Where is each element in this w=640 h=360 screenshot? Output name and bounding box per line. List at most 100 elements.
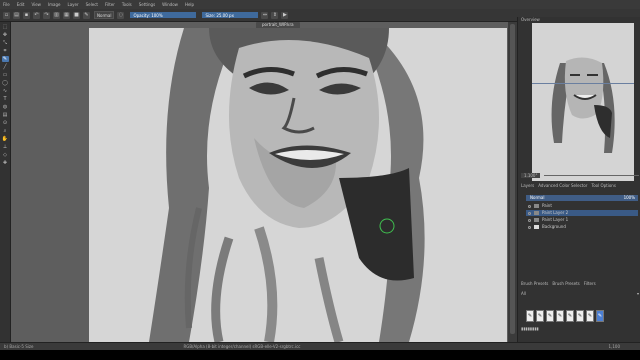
layer-row[interactable]: Background xyxy=(526,224,638,230)
overview-viewport-frame[interactable] xyxy=(532,83,634,181)
ellipse-tool-icon[interactable]: ◯ xyxy=(2,80,9,86)
zoom-slider[interactable] xyxy=(544,175,639,176)
tab-layers[interactable]: Layers xyxy=(521,183,534,188)
layer-name: Paint xyxy=(542,203,552,208)
layer-name: Paint Layer 2 xyxy=(542,210,569,215)
tab-advanced-color-selector[interactable]: Advanced Color Selector xyxy=(538,183,587,188)
brush-tag-menu-icon[interactable]: ▾ xyxy=(637,291,639,296)
menu-edit[interactable]: Edit xyxy=(17,2,25,7)
swatch-icon[interactable]: ■ xyxy=(73,11,80,19)
layer-thumbnail xyxy=(534,204,539,208)
canvas-scrollbar[interactable] xyxy=(508,22,517,342)
path-tool-icon[interactable]: ∿ xyxy=(2,88,9,94)
status-zoom: 1,100 xyxy=(608,344,620,349)
menu-bar: File Edit View Image Layer Select Filter… xyxy=(0,0,640,9)
brush-preset-icon[interactable]: ✎ xyxy=(536,310,544,322)
color-picker-icon[interactable]: ⊙ xyxy=(2,120,9,126)
menu-select[interactable]: Select xyxy=(86,2,98,7)
layer-thumbnail xyxy=(534,218,539,222)
mirror-horizontal-icon[interactable]: ⇔ xyxy=(261,11,269,19)
opacity-slider[interactable]: Opacity: 100% xyxy=(130,12,197,18)
brush-docker-tabs: Brush Presets Brush Presets Filters xyxy=(521,281,639,286)
fill-tool-icon[interactable]: ◍ xyxy=(2,104,9,110)
brush-preset-icon[interactable]: ✎ xyxy=(526,310,534,322)
undo-icon[interactable]: ↶ xyxy=(33,11,40,19)
tab-brush-presets-2[interactable]: Brush Presets xyxy=(552,281,579,286)
layer-row-selected[interactable]: Paint Layer 2 xyxy=(526,210,638,216)
zoom-readout[interactable]: 1.100° xyxy=(521,173,541,178)
canvas-workspace[interactable]: portrait_WIP.kra xyxy=(11,22,517,342)
layer-row[interactable]: Paint xyxy=(526,203,638,209)
status-bar: b) Basic-5 Size RGB/Alpha (8-bit integer… xyxy=(0,342,640,350)
right-docker: Overview 1.100° Layers Advanced Color Se… xyxy=(517,17,640,342)
rectangle-tool-icon[interactable]: ▭ xyxy=(2,72,9,78)
menu-layer[interactable]: Layer xyxy=(67,2,78,7)
layer-name: Paint Layer 1 xyxy=(542,217,569,222)
blend-mode-value: Normal xyxy=(530,195,545,200)
layer-blend-mode-select[interactable]: Normal 100% xyxy=(526,195,638,201)
menu-help[interactable]: Help xyxy=(185,2,194,7)
brush-tag-row: All ▾ xyxy=(521,291,639,296)
portrait-painting xyxy=(149,28,425,342)
visibility-eye-icon[interactable] xyxy=(528,204,531,208)
menu-tools[interactable]: Tools xyxy=(122,2,132,7)
menu-image[interactable]: Image xyxy=(48,2,61,7)
brush-preset-icon[interactable]: ✎ xyxy=(566,310,574,322)
visibility-eye-icon[interactable] xyxy=(528,225,531,229)
menu-window[interactable]: Window xyxy=(162,2,178,7)
transform-tool-icon[interactable]: ⤡ xyxy=(2,40,9,46)
new-file-icon[interactable]: ▫ xyxy=(3,11,10,19)
text-tool-icon[interactable]: T xyxy=(2,96,9,102)
wrap-icon[interactable]: ▶ xyxy=(281,11,289,19)
menu-file[interactable]: File xyxy=(3,2,10,7)
brush-preset-icon[interactable]: ✎ xyxy=(546,310,554,322)
menu-settings[interactable]: Settings xyxy=(139,2,155,7)
layer-thumbnail xyxy=(534,211,539,215)
visibility-eye-icon[interactable] xyxy=(528,218,531,222)
save-file-icon[interactable]: ▪ xyxy=(23,11,30,19)
brush-preset-icon[interactable]: ✎ xyxy=(83,11,90,19)
open-file-icon[interactable]: ▤ xyxy=(13,11,20,19)
menu-filter[interactable]: Filter xyxy=(105,2,115,7)
brush-tool-icon[interactable]: ✎ xyxy=(1,56,9,62)
preset-name-placeholder: ▮▮▮▮▮▮▮▮ xyxy=(521,326,539,331)
brush-preset-icon-selected[interactable]: ✎ xyxy=(596,310,604,322)
zoom-tool-icon[interactable]: ⌕ xyxy=(2,128,9,134)
brush-tag-select[interactable]: All xyxy=(521,291,526,296)
pattern-icon[interactable]: ▦ xyxy=(63,11,70,19)
gradient-tool-icon[interactable]: ▤ xyxy=(2,112,9,118)
erase-mode-icon[interactable]: ◌ xyxy=(117,11,125,19)
brush-preset-icon[interactable]: ✎ xyxy=(556,310,564,322)
status-brush: b) Basic-5 Size xyxy=(4,344,34,349)
menu-view[interactable]: View xyxy=(31,2,41,7)
assistant-tool-icon[interactable]: ◇ xyxy=(2,152,9,158)
status-color-profile: RGB/Alpha (8-bit integer/channel) sRGB-e… xyxy=(183,344,301,349)
redo-icon[interactable]: ↷ xyxy=(43,11,50,19)
layer-row[interactable]: Paint Layer 1 xyxy=(526,217,638,223)
mirror-vertical-icon[interactable]: ⇕ xyxy=(271,11,279,19)
scrollbar-thumb[interactable] xyxy=(510,24,515,334)
zoom-row: 1.100° xyxy=(521,173,639,178)
drawing-canvas[interactable] xyxy=(89,28,507,342)
select-tool-icon[interactable]: ⬚ xyxy=(2,24,9,30)
crop-tool-icon[interactable]: ⌗ xyxy=(2,48,9,54)
docker-tabs: Layers Advanced Color Selector Tool Opti… xyxy=(521,183,639,188)
size-slider[interactable]: Size: 25.00 px xyxy=(202,12,259,18)
layer-opacity-value: 100% xyxy=(623,195,635,200)
line-tool-icon[interactable]: ╱ xyxy=(2,64,9,70)
move-tool-icon[interactable]: ✥ xyxy=(2,32,9,38)
measure-tool-icon[interactable]: ⟂ xyxy=(2,144,9,150)
smart-patch-icon[interactable]: ✚ xyxy=(2,160,9,166)
overview-thumbnail[interactable] xyxy=(532,23,634,181)
brush-preset-icon[interactable]: ✎ xyxy=(586,310,594,322)
toolbox: ⬚ ✥ ⤡ ⌗ ✎ ╱ ▭ ◯ ∿ T ◍ ▤ ⊙ ⌕ ✋ ⟂ ◇ ✚ xyxy=(0,22,11,342)
tab-filters[interactable]: Filters xyxy=(584,281,596,286)
visibility-eye-icon[interactable] xyxy=(528,211,531,215)
tab-brush-presets[interactable]: Brush Presets xyxy=(521,281,548,286)
pan-tool-icon[interactable]: ✋ xyxy=(2,136,9,142)
gradient-icon[interactable]: ▥ xyxy=(53,11,60,19)
blend-mode-select[interactable]: Normal xyxy=(94,11,115,19)
tab-tool-options[interactable]: Tool Options xyxy=(591,183,615,188)
brush-preset-icon[interactable]: ✎ xyxy=(576,310,584,322)
letterbox-bar xyxy=(0,350,640,360)
